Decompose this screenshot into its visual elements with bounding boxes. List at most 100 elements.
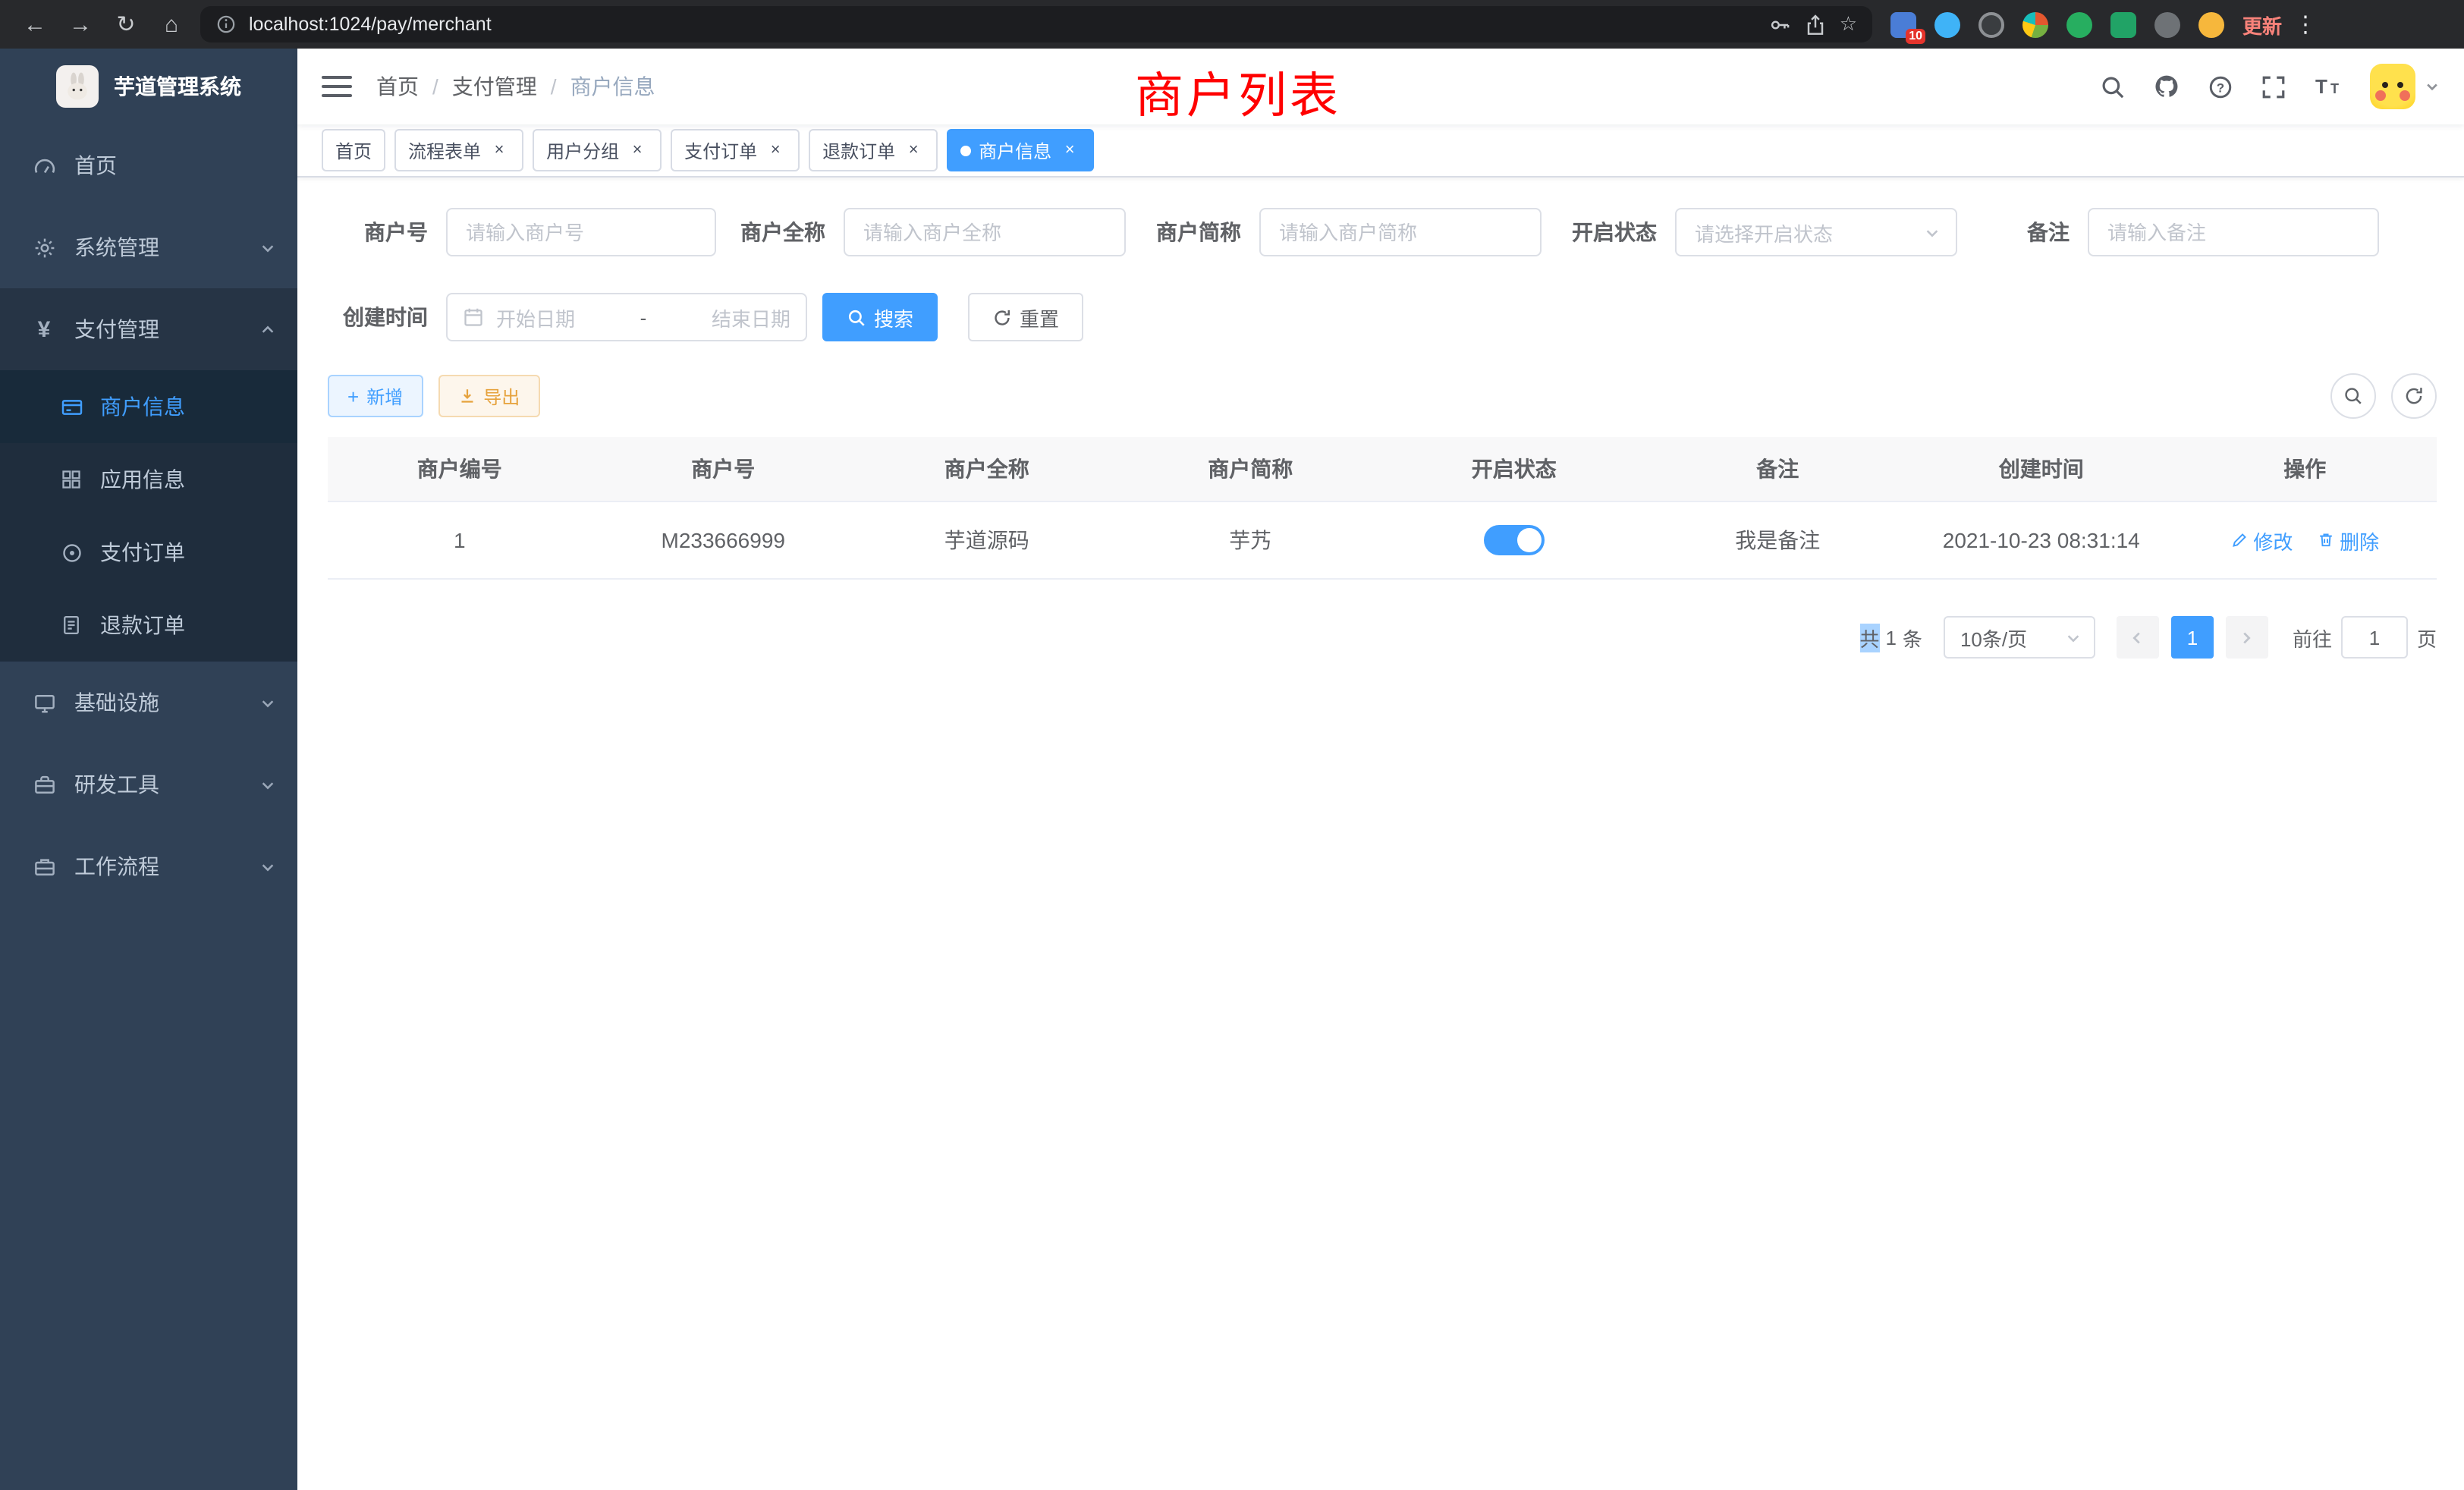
sidebar-item-infrastructure[interactable]: 基础设施 xyxy=(0,662,297,743)
extension-icon-3[interactable] xyxy=(1978,11,2004,37)
tab-label: 支付订单 xyxy=(684,137,757,163)
export-button[interactable]: 导出 xyxy=(438,375,539,417)
dashboard-icon xyxy=(30,154,58,177)
payment-submenu: 商户信息 应用信息 支付订单 xyxy=(0,370,297,662)
card-icon xyxy=(58,395,85,418)
short-name-label: 商户简称 xyxy=(1156,217,1241,247)
toggle-search-button[interactable] xyxy=(2330,373,2376,419)
remark-label: 备注 xyxy=(2027,217,2070,247)
status-label: 开启状态 xyxy=(1572,217,1657,247)
bookmark-star-icon[interactable]: ☆ xyxy=(1840,12,1857,36)
edit-icon xyxy=(2230,531,2249,549)
close-icon[interactable]: × xyxy=(627,140,648,161)
top-navbar: 首页 / 支付管理 / 商户信息 商户列表 ? xyxy=(297,49,2464,124)
merchant-no-input[interactable] xyxy=(446,208,716,256)
breadcrumb-home[interactable]: 首页 xyxy=(376,71,419,102)
close-icon[interactable]: × xyxy=(903,140,924,161)
sidebar-item-merchant-info[interactable]: 商户信息 xyxy=(0,370,297,443)
address-bar[interactable]: localhost:1024/pay/merchant ☆ xyxy=(200,6,1872,42)
home-button[interactable]: ⌂ xyxy=(152,5,191,44)
page-1-button[interactable]: 1 xyxy=(2171,616,2214,659)
tab-user-group[interactable]: 用户分组 × xyxy=(533,129,662,171)
reset-button[interactable]: 重置 xyxy=(968,293,1083,341)
status-toggle[interactable] xyxy=(1484,525,1545,555)
app-logo[interactable]: 芋道管理系统 xyxy=(0,49,297,124)
remark-input[interactable] xyxy=(2088,208,2379,256)
search-button[interactable]: 搜索 xyxy=(822,293,938,341)
sidebar-item-workflow[interactable]: 工作流程 xyxy=(0,825,297,907)
site-info-icon[interactable] xyxy=(215,14,237,35)
add-button[interactable]: + 新增 xyxy=(328,375,423,417)
sidebar-item-pay-order[interactable]: 支付订单 xyxy=(0,516,297,589)
url-text[interactable]: localhost:1024/pay/merchant xyxy=(249,14,1758,35)
browser-nav: ← → ↻ ⌂ xyxy=(15,5,191,44)
browser-menu-icon[interactable]: ⋮ xyxy=(2294,11,2317,38)
tab-label: 用户分组 xyxy=(546,137,619,163)
reload-button[interactable]: ↻ xyxy=(106,5,146,44)
tab-merchant-info[interactable]: 商户信息 × xyxy=(947,129,1094,171)
sidebar-item-payment[interactable]: ¥ 支付管理 xyxy=(0,288,297,370)
user-menu[interactable] xyxy=(2370,64,2440,109)
next-page-button[interactable] xyxy=(2226,616,2268,659)
page-size-select[interactable]: 10条/页 xyxy=(1944,616,2095,659)
extension-icon-5[interactable] xyxy=(2066,11,2092,37)
password-key-icon[interactable] xyxy=(1770,13,1793,36)
sidebar-item-system[interactable]: 系统管理 xyxy=(0,206,297,288)
active-dot xyxy=(960,145,971,156)
toolbar-right xyxy=(2330,373,2437,419)
extension-icon-1[interactable]: 10 xyxy=(1890,11,1916,37)
status-select[interactable]: 请选择开启状态 xyxy=(1675,208,1957,256)
goto-page-input[interactable] xyxy=(2341,616,2408,659)
chevron-down-icon xyxy=(259,239,276,256)
download-icon xyxy=(457,387,476,405)
create-time-range-picker[interactable]: 开始日期 - 结束日期 xyxy=(446,293,807,341)
extension-icon-7[interactable] xyxy=(2154,11,2180,37)
search-icon[interactable] xyxy=(2100,74,2126,99)
sidebar-item-refund-order[interactable]: 退款订单 xyxy=(0,589,297,662)
tab-process-form[interactable]: 流程表单 × xyxy=(394,129,523,171)
sidebar-toggle-icon[interactable] xyxy=(322,76,352,97)
close-icon[interactable]: × xyxy=(1059,140,1080,161)
extension-badge: 10 xyxy=(1906,28,1925,43)
github-icon[interactable] xyxy=(2153,73,2180,100)
help-icon[interactable]: ? xyxy=(2208,74,2233,99)
table-header-row: 商户编号 商户号 商户全称 商户简称 开启状态 备注 创建时间 操作 xyxy=(328,437,2437,501)
full-name-input[interactable] xyxy=(844,208,1126,256)
share-icon[interactable] xyxy=(1805,13,1828,36)
browser-update-button[interactable]: 更新 xyxy=(2242,10,2282,39)
extension-icon-4[interactable] xyxy=(2022,11,2048,37)
cell-merchant-no: M233666999 xyxy=(592,501,856,579)
tab-home[interactable]: 首页 xyxy=(322,129,385,171)
tab-pay-order[interactable]: 支付订单 × xyxy=(671,129,800,171)
sidebar-item-app-info[interactable]: 应用信息 xyxy=(0,443,297,516)
font-size-icon[interactable]: TT xyxy=(2314,74,2343,99)
app-title: 芋道管理系统 xyxy=(114,71,241,102)
cell-actions: 修改 删除 xyxy=(2173,501,2437,579)
fullscreen-icon[interactable] xyxy=(2261,74,2286,99)
close-icon[interactable]: × xyxy=(489,140,510,161)
sidebar-item-label: 工作流程 xyxy=(74,851,159,882)
sidebar-item-home[interactable]: 首页 xyxy=(0,124,297,206)
sidebar-item-label: 支付订单 xyxy=(100,537,185,567)
svg-text:T: T xyxy=(2330,81,2339,96)
sidebar-item-dev-tools[interactable]: 研发工具 xyxy=(0,743,297,825)
sidebar-item-label: 退款订单 xyxy=(100,610,185,640)
extension-icon-2[interactable] xyxy=(1934,11,1960,37)
prev-page-button[interactable] xyxy=(2117,616,2159,659)
back-button[interactable]: ← xyxy=(15,5,55,44)
short-name-input[interactable] xyxy=(1259,208,1542,256)
forward-button[interactable]: → xyxy=(61,5,100,44)
toolbox-icon xyxy=(30,773,58,796)
close-icon[interactable]: × xyxy=(765,140,786,161)
document-icon xyxy=(58,615,85,636)
breadcrumb-section[interactable]: 支付管理 xyxy=(452,71,537,102)
delete-link[interactable]: 删除 xyxy=(2317,526,2379,555)
full-name-label: 商户全称 xyxy=(740,217,825,247)
breadcrumb: 首页 / 支付管理 / 商户信息 xyxy=(376,71,655,102)
edit-link[interactable]: 修改 xyxy=(2230,526,2293,555)
extension-icon-8[interactable] xyxy=(2198,11,2224,37)
breadcrumb-separator: / xyxy=(432,74,438,99)
extension-icon-6[interactable] xyxy=(2110,11,2136,37)
refresh-table-button[interactable] xyxy=(2391,373,2437,419)
tab-refund-order[interactable]: 退款订单 × xyxy=(809,129,938,171)
